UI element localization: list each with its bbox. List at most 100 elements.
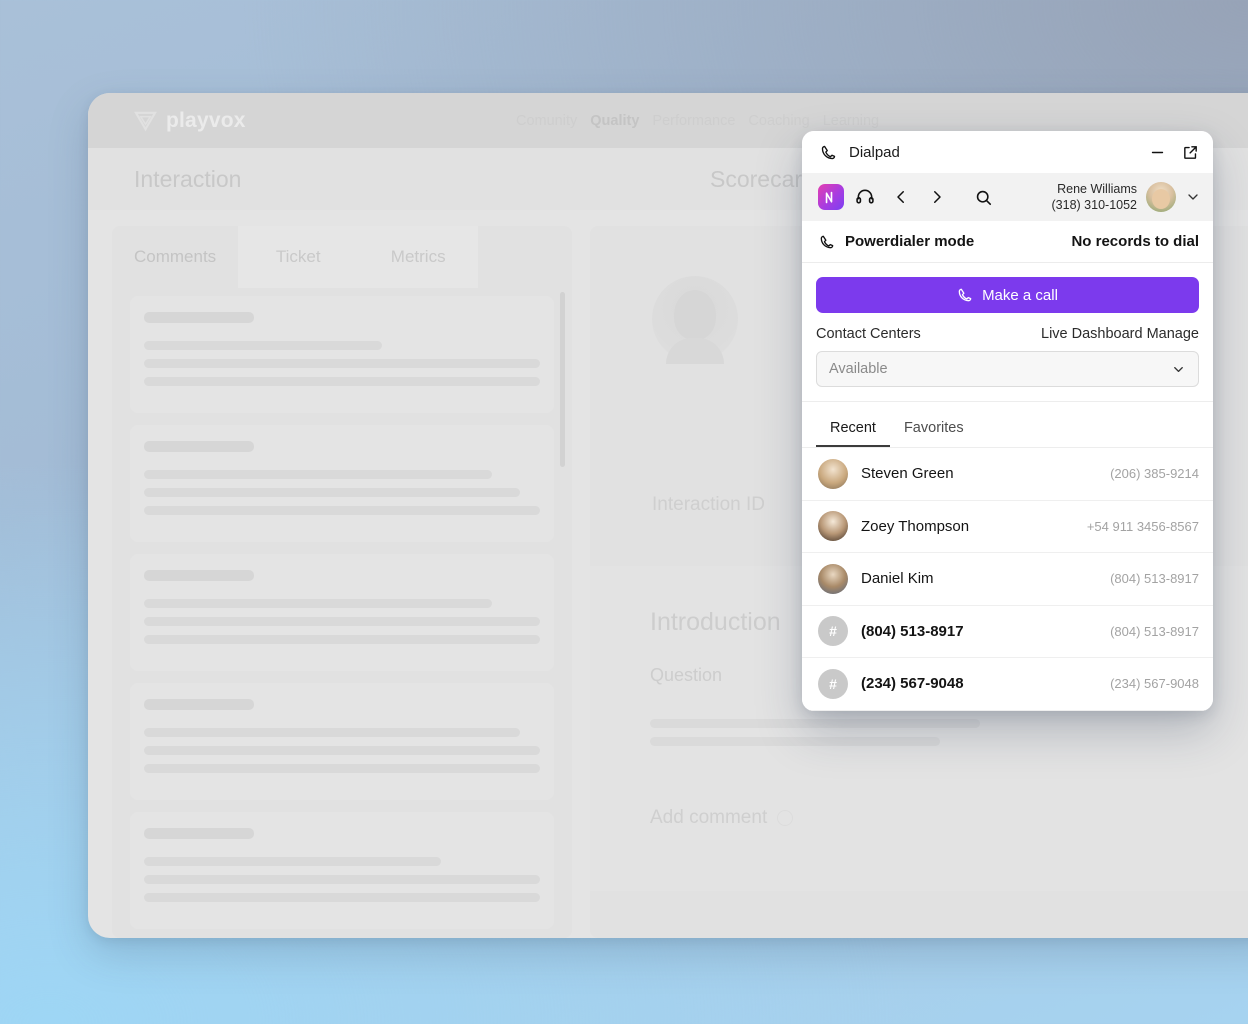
- skeleton-line: [144, 441, 254, 452]
- account-phone: (318) 310-1052: [1051, 198, 1137, 212]
- make-call-zone: Make a call: [802, 263, 1213, 313]
- skeleton-line: [144, 635, 540, 644]
- skeleton-card: [130, 296, 554, 413]
- avatar: [1146, 182, 1176, 212]
- minimize-icon[interactable]: [1149, 144, 1166, 161]
- brand: playvox: [134, 109, 246, 133]
- account-name: Rene Williams: [1057, 182, 1137, 196]
- phone-icon: [820, 144, 837, 161]
- popout-icon[interactable]: [1182, 144, 1199, 161]
- contact-phone: (804) 513-8917: [1110, 571, 1199, 587]
- contact-row[interactable]: Steven Green (206) 385-9214: [802, 448, 1213, 501]
- contact-name: Daniel Kim: [861, 570, 934, 588]
- search-icon[interactable]: [968, 182, 998, 212]
- skeleton-line: [144, 617, 540, 626]
- skeleton-line: [144, 828, 254, 839]
- dialpad-titlebar: Dialpad: [802, 131, 1213, 173]
- dialpad-tabs: Recent Favorites: [802, 401, 1213, 447]
- hash-icon: #: [818, 668, 848, 699]
- tab-metrics[interactable]: Metrics: [358, 226, 479, 288]
- contact-name: Steven Green: [861, 465, 954, 483]
- powerdialer-status: No records to dial: [1071, 233, 1199, 250]
- contact-name: Zoey Thompson: [861, 517, 970, 535]
- skeleton-line: [144, 857, 441, 866]
- contact-name: (234) 567-9048: [861, 675, 964, 693]
- skeleton-line: [144, 893, 540, 902]
- skeleton-line: [144, 599, 493, 608]
- contact-phone: (206) 385-9214: [1110, 466, 1199, 482]
- contact-name: (804) 513-8917: [861, 622, 964, 640]
- nav-item-coaching[interactable]: Coaching: [748, 113, 809, 129]
- comments-skeleton-list: [112, 288, 572, 929]
- app-nav: Comunity Quality Performance Coaching Le…: [516, 113, 879, 129]
- status-select[interactable]: Available: [816, 351, 1199, 387]
- hash-icon: #: [818, 616, 848, 647]
- skeleton-line: [144, 570, 254, 581]
- powerdialer-label: Powerdialer mode: [845, 233, 975, 250]
- contact-avatar: [818, 511, 848, 542]
- comments-panel-tabs: Comments Ticket Metrics: [112, 226, 572, 288]
- skeleton-line: [144, 377, 540, 386]
- dialpad-title-group: Dialpad: [820, 144, 900, 161]
- tab-favorites[interactable]: Favorites: [890, 416, 978, 447]
- nav-item-learning[interactable]: Learning: [823, 113, 879, 129]
- tab-comments[interactable]: Comments: [112, 226, 239, 288]
- skeleton-line: [144, 341, 382, 350]
- nice-logo-icon[interactable]: [818, 184, 844, 210]
- comments-panel: Comments Ticket Metrics: [112, 226, 572, 938]
- skeleton-line: [144, 764, 540, 773]
- contact-phone: (804) 513-8917: [1110, 623, 1199, 639]
- skeleton-line: [144, 470, 493, 479]
- skeleton-card: [130, 425, 554, 542]
- add-comment-label: Add comment: [650, 807, 768, 828]
- dialpad-toolbar: Rene Williams (318) 310-1052: [802, 173, 1213, 221]
- interaction-title: Interaction: [134, 165, 242, 192]
- headset-icon[interactable]: [850, 182, 880, 212]
- forward-chevron-icon[interactable]: [922, 182, 952, 212]
- powerdialer-left: Powerdialer mode: [819, 233, 974, 250]
- nav-item-performance[interactable]: Performance: [652, 113, 735, 129]
- contact-row[interactable]: # (234) 567-9048 (234) 567-9048: [802, 658, 1213, 711]
- account-menu[interactable]: Rene Williams (318) 310-1052: [1052, 181, 1201, 213]
- account-text: Rene Williams (318) 310-1052: [1052, 181, 1137, 213]
- tab-recent[interactable]: Recent: [816, 416, 890, 447]
- live-dashboard-manage-label[interactable]: Live Dashboard Manage: [1041, 326, 1199, 342]
- nav-item-comunity[interactable]: Comunity: [516, 113, 577, 129]
- phone-icon: [957, 287, 973, 303]
- skeleton-card: [130, 554, 554, 671]
- add-comment-button[interactable]: Add comment: [650, 807, 794, 829]
- skeleton-line: [650, 737, 941, 746]
- nav-item-quality[interactable]: Quality: [590, 113, 639, 129]
- dialpad-window-controls: [1149, 144, 1199, 161]
- contact-row[interactable]: Zoey Thompson +54 911 3456-8567: [802, 501, 1213, 553]
- phone-icon: [819, 234, 835, 250]
- contact-row[interactable]: Daniel Kim (804) 513-8917: [802, 553, 1213, 606]
- contact-row[interactable]: # (804) 513-8917 (804) 513-8917: [802, 606, 1213, 658]
- add-comment-icon: [777, 810, 794, 826]
- skeleton-line: [144, 875, 540, 884]
- make-call-label: Make a call: [982, 286, 1058, 304]
- status-select-value: Available: [829, 361, 888, 377]
- make-call-button[interactable]: Make a call: [816, 277, 1199, 313]
- comments-scrollbar[interactable]: [560, 292, 565, 467]
- skeleton-line: [144, 746, 540, 755]
- skeleton-line: [144, 506, 540, 515]
- chevron-down-icon[interactable]: [1185, 189, 1201, 205]
- brand-text: playvox: [166, 108, 246, 132]
- interaction-id-label: Interaction ID: [652, 494, 765, 515]
- skeleton-line: [144, 699, 254, 710]
- skeleton-line: [144, 359, 540, 368]
- contact-phone: (234) 567-9048: [1110, 676, 1199, 692]
- back-chevron-icon[interactable]: [886, 182, 916, 212]
- contact-avatar: [818, 458, 848, 489]
- skeleton-line: [650, 719, 980, 728]
- powerdialer-row: Powerdialer mode No records to dial: [802, 221, 1213, 263]
- skeleton-line: [144, 488, 521, 497]
- tab-ticket[interactable]: Ticket: [238, 226, 359, 288]
- skeleton-line: [144, 728, 521, 737]
- skeleton-card: [130, 683, 554, 800]
- dialpad-meta-row: Contact Centers Live Dashboard Manage: [802, 313, 1213, 342]
- contact-centers-label[interactable]: Contact Centers: [816, 326, 921, 342]
- contacts-list: Steven Green (206) 385-9214 Zoey Thompso…: [802, 448, 1213, 711]
- playvox-triangle-logo-icon: [134, 109, 157, 132]
